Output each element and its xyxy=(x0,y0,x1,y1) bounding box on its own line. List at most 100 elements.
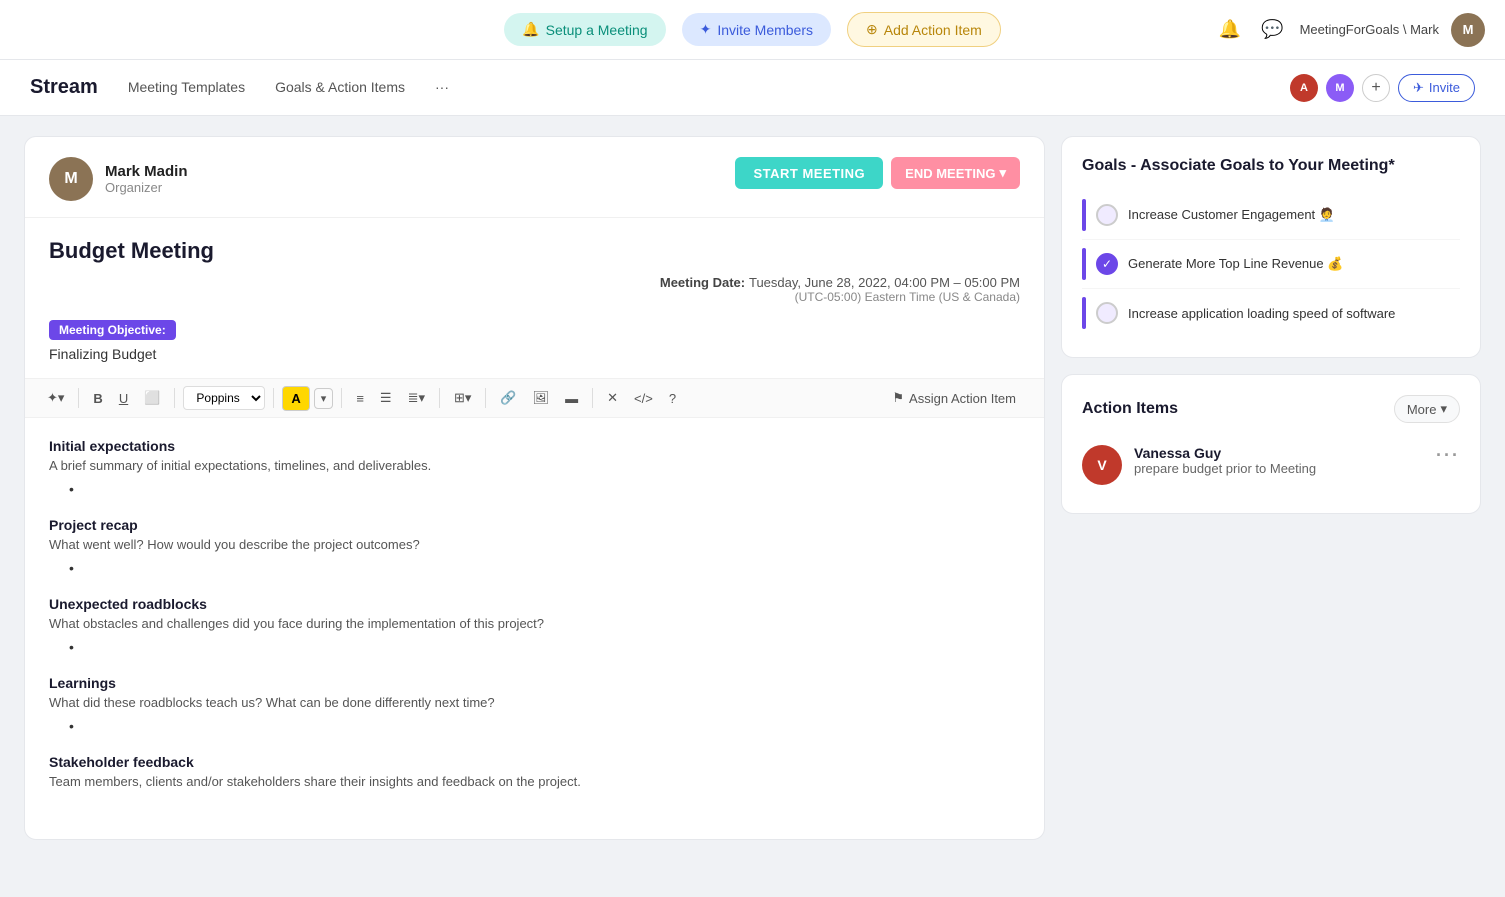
section-desc-1: What went well? How would you describe t… xyxy=(49,537,1020,552)
align-button[interactable]: ≣▾ xyxy=(402,386,431,410)
goal-text-2: Increase application loading speed of so… xyxy=(1128,306,1395,321)
more-label: More xyxy=(1407,402,1437,417)
user-label: MeetingForGoals \ Mark xyxy=(1300,22,1439,37)
goal-item-2: Increase application loading speed of so… xyxy=(1082,289,1460,337)
meeting-templates-nav[interactable]: Meeting Templates xyxy=(128,75,245,101)
goals-list: Increase Customer Engagement 🧑‍💼 ✓ Gener… xyxy=(1082,191,1460,337)
topnav-right: 🔔 💬 MeetingForGoals \ Mark M xyxy=(1215,13,1485,47)
action-avatar-0: V xyxy=(1082,445,1122,485)
toolbar-divider-5 xyxy=(439,388,440,408)
table-button[interactable]: ⊞▾ xyxy=(448,386,477,410)
invite-label: Invite xyxy=(1429,80,1460,95)
invite-button[interactable]: ✈ Invite xyxy=(1398,74,1475,102)
highlight-button[interactable]: ⬜ xyxy=(138,386,166,410)
help-button[interactable]: ? xyxy=(663,387,682,410)
objective-text: Finalizing Budget xyxy=(49,346,1020,362)
section-desc-3: What did these roadblocks teach us? What… xyxy=(49,695,1020,710)
toolbar-divider-2 xyxy=(174,388,175,408)
toolbar-divider-4 xyxy=(341,388,342,408)
stream-header-right: A M + ✈ Invite xyxy=(1290,74,1475,102)
more-button[interactable]: More ▾ xyxy=(1394,395,1460,423)
bullet-3 xyxy=(69,718,1020,734)
invite-members-button[interactable]: ✦ Invite Members xyxy=(682,13,831,46)
section-desc-4: Team members, clients and/or stakeholder… xyxy=(49,774,1020,789)
meeting-actions: START MEETING END MEETING ▾ xyxy=(735,157,1020,189)
section-title-2: Unexpected roadblocks xyxy=(49,596,1020,612)
editor-toolbar: ✦▾ B U ⬜ Poppins A ▾ ≡ ☰ ≣▾ ⊞▾ 🔗 🖼 ▬ ✕ <… xyxy=(25,378,1044,418)
goal-bar-2 xyxy=(1082,297,1086,329)
action-item-details-0: Vanessa Guy prepare budget prior to Meet… xyxy=(1134,445,1316,476)
meeting-title-area: Budget Meeting xyxy=(25,218,1044,274)
section-desc-2: What obstacles and challenges did you fa… xyxy=(49,616,1020,631)
date-value: Tuesday, June 28, 2022, 04:00 PM – 05:00… xyxy=(749,275,1020,290)
action-item-row-0: V Vanessa Guy prepare budget prior to Me… xyxy=(1082,437,1460,493)
action-items-title: Action Items xyxy=(1082,400,1178,418)
setup-meeting-button[interactable]: 🔔 Setup a Meeting xyxy=(504,13,665,46)
goals-action-items-nav[interactable]: Goals & Action Items xyxy=(275,75,405,101)
link-button[interactable]: 🔗 xyxy=(494,386,522,410)
goal-bar-1 xyxy=(1082,248,1086,280)
magic-toolbar-button[interactable]: ✦▾ xyxy=(41,386,70,410)
goal-checkbox-0[interactable] xyxy=(1096,204,1118,226)
action-item-desc-0: prepare budget prior to Meeting xyxy=(1134,461,1316,476)
bold-button[interactable]: B xyxy=(87,387,108,410)
start-meeting-button[interactable]: START MEETING xyxy=(735,157,883,189)
end-meeting-button[interactable]: END MEETING ▾ xyxy=(891,157,1020,189)
assign-action-label: Assign Action Item xyxy=(909,391,1016,406)
main-layout: M Mark Madin Organizer START MEETING END… xyxy=(0,116,1505,860)
highlight-yellow-button[interactable]: A xyxy=(282,386,309,411)
setup-meeting-label: Setup a Meeting xyxy=(546,22,648,38)
send-icon: ✈ xyxy=(1413,80,1424,96)
topnav: 🔔 Setup a Meeting ✦ Invite Members ⊕ Add… xyxy=(0,0,1505,60)
section-stakeholder: Stakeholder feedback Team members, clien… xyxy=(49,754,1020,789)
section-project-recap: Project recap What went well? How would … xyxy=(49,517,1020,576)
add-action-item-button[interactable]: ⊕ Add Action Item xyxy=(847,12,1001,47)
member-avatar-1: A xyxy=(1290,74,1318,102)
section-desc-0: A brief summary of initial expectations,… xyxy=(49,458,1020,473)
font-selector[interactable]: Poppins xyxy=(183,386,265,410)
objective-area: Meeting Objective: Finalizing Budget xyxy=(25,320,1044,378)
cross-button[interactable]: ✕ xyxy=(601,386,624,410)
goal-checkbox-2[interactable] xyxy=(1096,302,1118,324)
meeting-header: M Mark Madin Organizer START MEETING END… xyxy=(25,137,1044,218)
stream-title: Stream xyxy=(30,76,98,99)
stream-header: Stream Meeting Templates Goals & Action … xyxy=(0,60,1505,116)
date-timezone: (UTC-05:00) Eastern Time (US & Canada) xyxy=(49,290,1020,304)
end-meeting-label: END MEETING xyxy=(905,166,995,181)
toolbar-divider-7 xyxy=(592,388,593,408)
organizer-role: Organizer xyxy=(105,180,188,195)
add-member-button[interactable]: + xyxy=(1362,74,1390,102)
member-avatar-2: M xyxy=(1326,74,1354,102)
plus-icon: ⊕ xyxy=(866,21,878,38)
goal-text-1: Generate More Top Line Revenue 💰 xyxy=(1128,256,1343,272)
left-panel: M Mark Madin Organizer START MEETING END… xyxy=(24,136,1045,840)
code-button[interactable]: </> xyxy=(628,387,659,410)
ordered-list-button[interactable]: ☰ xyxy=(374,386,398,410)
invite-icon: ✦ xyxy=(700,21,712,38)
goal-text-0: Increase Customer Engagement 🧑‍💼 xyxy=(1128,207,1335,223)
media-button[interactable]: ▬ xyxy=(559,387,584,410)
goals-card: Goals - Associate Goals to Your Meeting*… xyxy=(1061,136,1481,358)
bell-icon: 🔔 xyxy=(522,21,539,38)
goal-checkbox-1[interactable]: ✓ xyxy=(1096,253,1118,275)
underline-button[interactable]: U xyxy=(113,387,134,410)
invite-members-label: Invite Members xyxy=(717,22,813,38)
toolbar-divider-6 xyxy=(485,388,486,408)
unordered-list-button[interactable]: ≡ xyxy=(350,387,370,410)
action-item-more-button-0[interactable]: ··· xyxy=(1436,445,1460,466)
date-label: Meeting Date: xyxy=(660,275,745,290)
action-items-card: Action Items More ▾ V Vanessa Guy prepar… xyxy=(1061,374,1481,514)
more-nav[interactable]: ··· xyxy=(435,75,449,101)
add-action-label: Add Action Item xyxy=(884,22,982,38)
bullet-1 xyxy=(69,560,1020,576)
action-item-name-0: Vanessa Guy xyxy=(1134,445,1316,461)
section-initial-expectations: Initial expectations A brief summary of … xyxy=(49,438,1020,497)
highlight-dropdown-button[interactable]: ▾ xyxy=(314,388,334,409)
right-panel: Goals - Associate Goals to Your Meeting*… xyxy=(1061,136,1481,514)
assign-action-item-button[interactable]: ⚑ Assign Action Item xyxy=(880,385,1028,411)
image-button[interactable]: 🖼 xyxy=(527,386,556,410)
notification-bell-button[interactable]: 🔔 xyxy=(1215,15,1245,44)
editor-content[interactable]: Initial expectations A brief summary of … xyxy=(25,418,1044,839)
chat-button[interactable]: 💬 xyxy=(1257,15,1287,44)
objective-tag: Meeting Objective: xyxy=(49,320,176,340)
